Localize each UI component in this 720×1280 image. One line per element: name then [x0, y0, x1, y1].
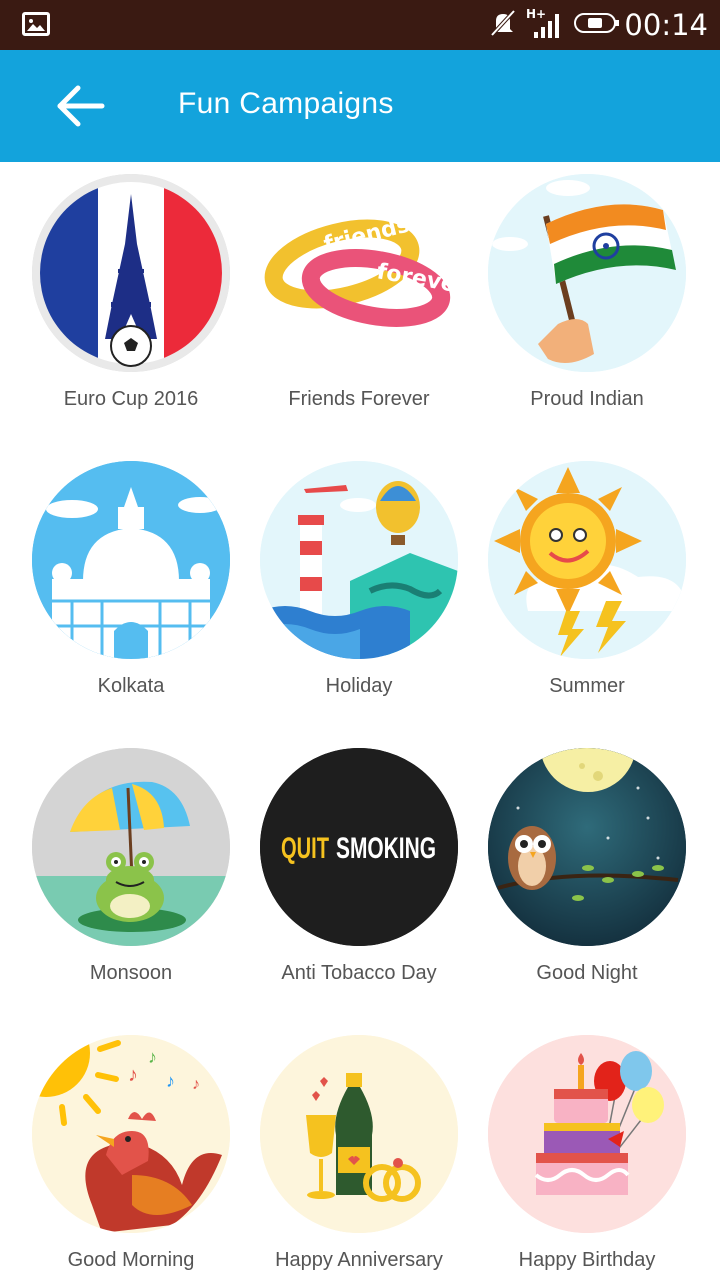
campaign-good-night[interactable]: Good Night [456, 736, 696, 1023]
svg-text:♪: ♪ [192, 1076, 200, 1093]
campaign-label: Good Morning [67, 1249, 195, 1271]
campaign-happy-anniversary[interactable]: Happy Anniversary [228, 1023, 468, 1280]
smoking-text: SMOKING [336, 832, 436, 865]
lighthouse-map-icon [260, 461, 458, 659]
campaign-label: Happy Birthday [518, 1249, 656, 1271]
network-type: H+ [526, 7, 546, 21]
campaign-label: Friends Forever [288, 388, 430, 410]
frog-umbrella-icon [32, 748, 230, 946]
campaign-happy-birthday[interactable]: Happy Birthday [456, 1023, 696, 1280]
svg-text:♪: ♪ [166, 1071, 175, 1091]
campaign-label: Summer [549, 675, 625, 697]
indian-flag-icon [488, 174, 686, 372]
battery-icon [574, 11, 620, 40]
gallery-icon [22, 12, 50, 36]
cake-balloons-icon [488, 1035, 686, 1233]
status-bar: H+ 00:14 [0, 0, 720, 50]
quit-smoking-icon: QUIT SMOKING [260, 748, 458, 946]
campaign-label: Holiday [325, 675, 393, 697]
campaign-anti-tobacco-day[interactable]: QUIT SMOKING Anti Tobacco Day [228, 736, 468, 1023]
champagne-rings-icon [260, 1035, 458, 1233]
campaign-label: Proud Indian [530, 388, 644, 410]
campaign-friends-forever[interactable]: friends forever Friends Forever [228, 162, 468, 449]
campaign-label: Happy Anniversary [275, 1249, 443, 1271]
campaign-label: Kolkata [97, 675, 165, 697]
campaign-grid: Euro Cup 2016 friends forever Friends Fo… [0, 162, 720, 1280]
owl-moon-icon [488, 748, 686, 946]
rooster-icon: ♪ ♪ ♪ ♪ [32, 1035, 230, 1233]
eiffel-flag-football-icon [32, 174, 230, 372]
campaign-euro-cup[interactable]: Euro Cup 2016 [0, 162, 240, 449]
campaign-good-morning[interactable]: ♪ ♪ ♪ ♪ Good Morning [0, 1023, 240, 1280]
muted-bell-icon [488, 8, 518, 43]
arrow-back-icon[interactable] [52, 80, 108, 132]
svg-text:forever: forever [375, 259, 458, 299]
quit-text: QUIT [281, 832, 329, 865]
page-title: Fun Campaigns [178, 87, 394, 120]
svg-text:♪: ♪ [148, 1047, 157, 1067]
campaign-label: Monsoon [89, 962, 173, 984]
app-bar: Fun Campaigns [0, 50, 720, 162]
signal-icon: H+ [526, 6, 566, 45]
friendship-bands-icon: friends forever [260, 174, 458, 372]
campaign-label: Euro Cup 2016 [63, 388, 199, 410]
campaign-monsoon[interactable]: Monsoon [0, 736, 240, 1023]
campaign-summer[interactable]: Summer [456, 449, 696, 736]
campaign-proud-indian[interactable]: Proud Indian [456, 162, 696, 449]
campaign-holiday[interactable]: Holiday [228, 449, 468, 736]
victoria-memorial-icon [32, 461, 230, 659]
sun-icon [488, 461, 686, 659]
campaign-kolkata[interactable]: Kolkata [0, 449, 240, 736]
campaign-label: Anti Tobacco Day [281, 962, 437, 984]
status-time: 00:14 [624, 8, 708, 42]
campaign-label: Good Night [536, 962, 638, 984]
svg-text:♪: ♪ [128, 1064, 138, 1086]
